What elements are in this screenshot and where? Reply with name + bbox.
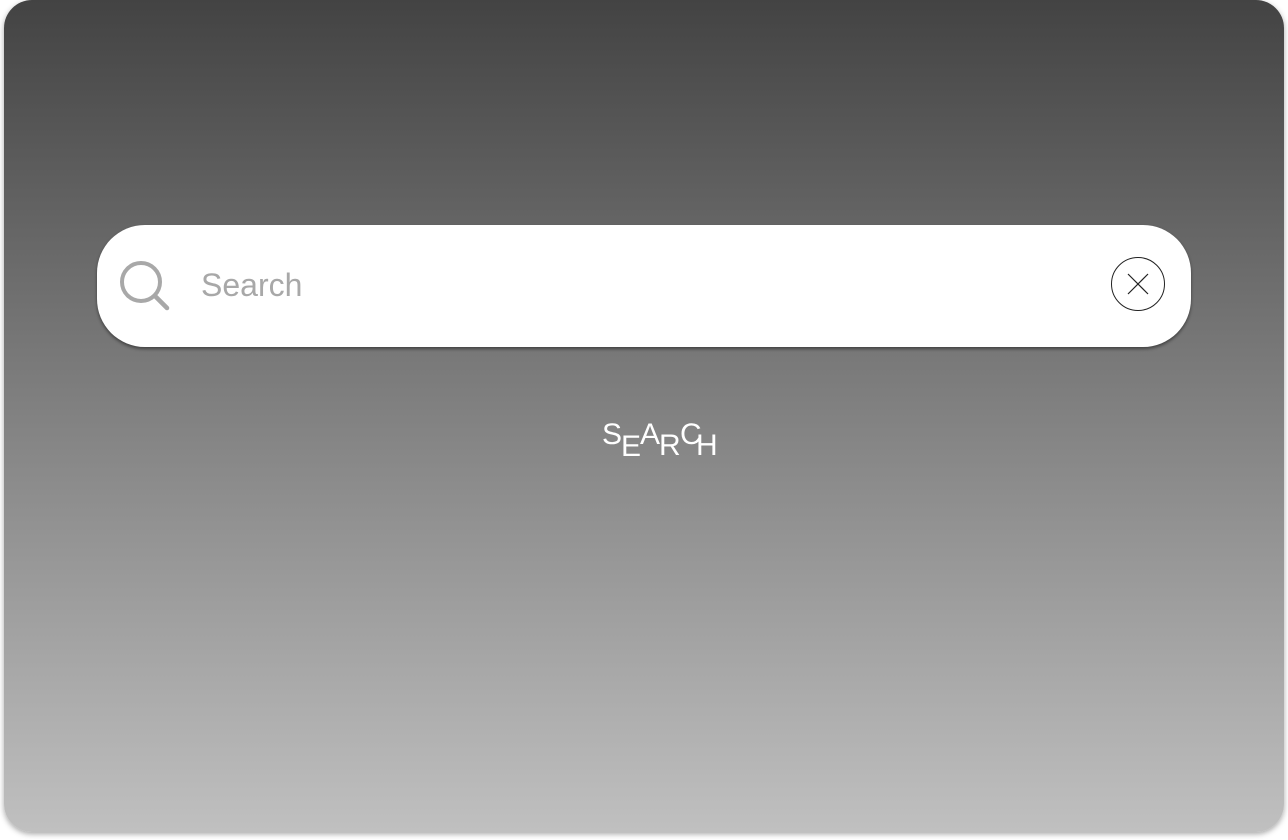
label-letter: E bbox=[621, 430, 642, 463]
label-letter: S bbox=[602, 418, 623, 451]
search-animated-label: S E A R C H bbox=[602, 418, 732, 468]
label-letter: A bbox=[640, 418, 661, 451]
label-letter: R bbox=[659, 429, 681, 462]
search-bar bbox=[97, 225, 1191, 347]
search-input[interactable] bbox=[201, 255, 1081, 315]
label-letter: H bbox=[696, 429, 718, 462]
search-icon bbox=[119, 260, 171, 312]
clear-search-button[interactable] bbox=[1111, 257, 1165, 311]
background-panel: S E A R C H bbox=[4, 0, 1284, 832]
close-icon bbox=[1127, 273, 1149, 295]
